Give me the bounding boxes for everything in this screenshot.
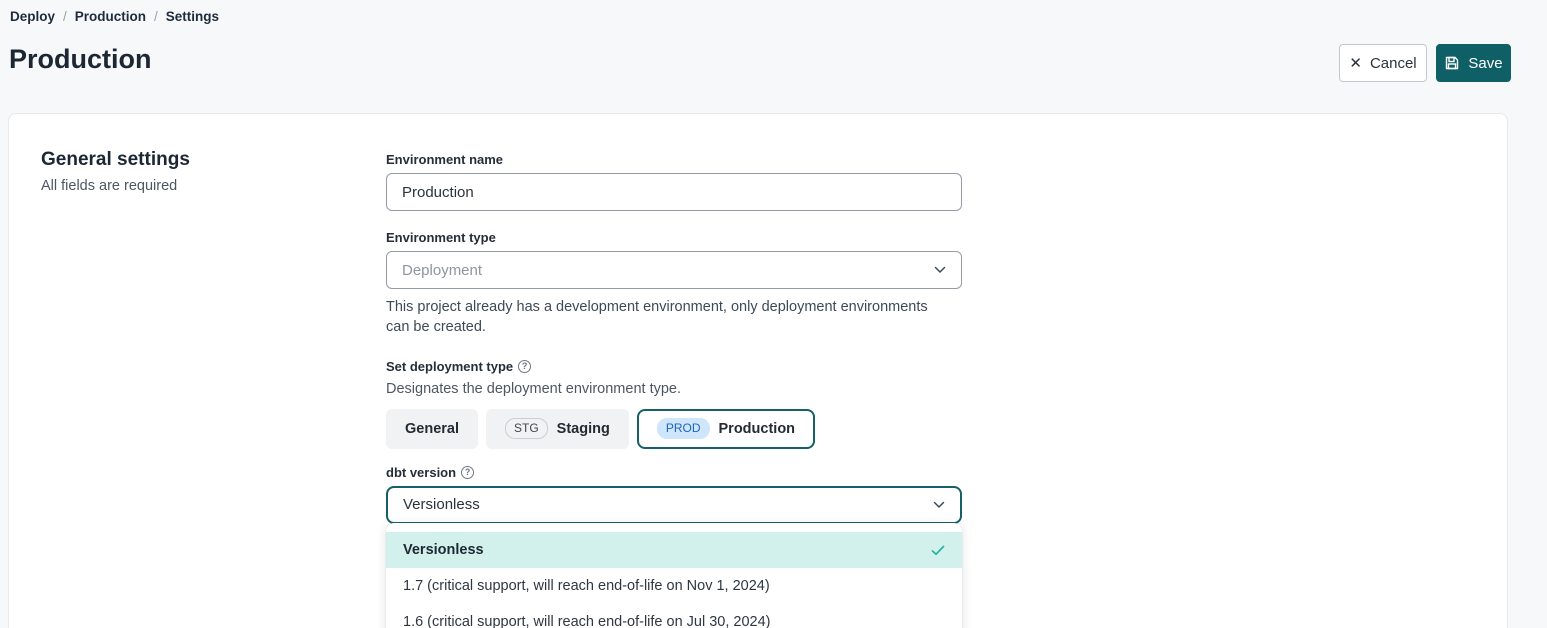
save-button[interactable]: Save [1436, 44, 1511, 82]
prod-badge: PROD [657, 418, 710, 439]
header-actions: ✕ Cancel Save [1339, 44, 1511, 82]
breadcrumb-deploy[interactable]: Deploy [10, 9, 55, 24]
check-icon [931, 545, 945, 556]
dbt-version-option-1-6[interactable]: 1.6 (critical support, will reach end-of… [386, 604, 962, 628]
dbt-version-label: dbt version ? [386, 465, 962, 480]
dbt-version-value: Versionless [403, 496, 480, 513]
environment-type-helper: This project already has a development e… [386, 297, 946, 338]
deployment-type-options: General STG Staging PROD Production [386, 409, 962, 449]
deployment-type-general-label: General [405, 421, 459, 437]
dbt-version-label-text: dbt version [386, 465, 456, 480]
environment-name-input[interactable] [386, 173, 962, 211]
deployment-type-production-label: Production [719, 421, 796, 437]
environment-type-value: Deployment [402, 262, 482, 279]
cancel-button[interactable]: ✕ Cancel [1339, 44, 1427, 82]
dbt-version-option-versionless[interactable]: Versionless [386, 532, 962, 568]
cancel-button-label: Cancel [1370, 55, 1417, 72]
chevron-down-icon [934, 266, 946, 274]
close-icon: ✕ [1349, 56, 1362, 71]
option-label: 1.7 (critical support, will reach end-of… [403, 578, 770, 594]
general-settings-card: General settings All fields are required… [8, 113, 1508, 628]
save-disk-icon [1444, 55, 1460, 71]
section-title: General settings [41, 149, 190, 171]
deployment-type-production-button[interactable]: PROD Production [637, 409, 815, 449]
help-icon[interactable]: ? [518, 360, 531, 373]
dbt-version-dropdown-menu: Versionless 1.7 (critical support, will … [386, 523, 962, 628]
dbt-version-select[interactable]: Versionless [386, 486, 962, 524]
deployment-type-staging-button[interactable]: STG Staging [486, 409, 629, 449]
dbt-version-option-1-7[interactable]: 1.7 (critical support, will reach end-of… [386, 568, 962, 604]
option-label: Versionless [403, 542, 484, 558]
deployment-type-staging-label: Staging [557, 421, 610, 437]
deployment-type-general-button[interactable]: General [386, 409, 478, 449]
breadcrumb-production[interactable]: Production [75, 9, 146, 24]
save-button-label: Save [1468, 55, 1502, 72]
deployment-type-description: Designates the deployment environment ty… [386, 381, 962, 397]
breadcrumb-settings[interactable]: Settings [166, 9, 219, 24]
staging-badge: STG [505, 418, 548, 439]
settings-form: Environment name Environment type Deploy… [386, 152, 962, 524]
help-icon[interactable]: ? [461, 466, 474, 479]
page-title: Production [9, 44, 152, 75]
environment-type-label: Environment type [386, 230, 962, 245]
breadcrumb-separator: / [63, 9, 67, 24]
deployment-type-label-text: Set deployment type [386, 359, 513, 374]
breadcrumb-separator: / [154, 9, 158, 24]
option-label: 1.6 (critical support, will reach end-of… [403, 614, 771, 628]
environment-name-label: Environment name [386, 152, 962, 167]
breadcrumb: Deploy / Production / Settings [10, 9, 219, 24]
chevron-down-icon [933, 501, 945, 509]
section-subtitle: All fields are required [41, 178, 177, 194]
deployment-type-label: Set deployment type ? [386, 359, 962, 374]
environment-type-select[interactable]: Deployment [386, 251, 962, 289]
